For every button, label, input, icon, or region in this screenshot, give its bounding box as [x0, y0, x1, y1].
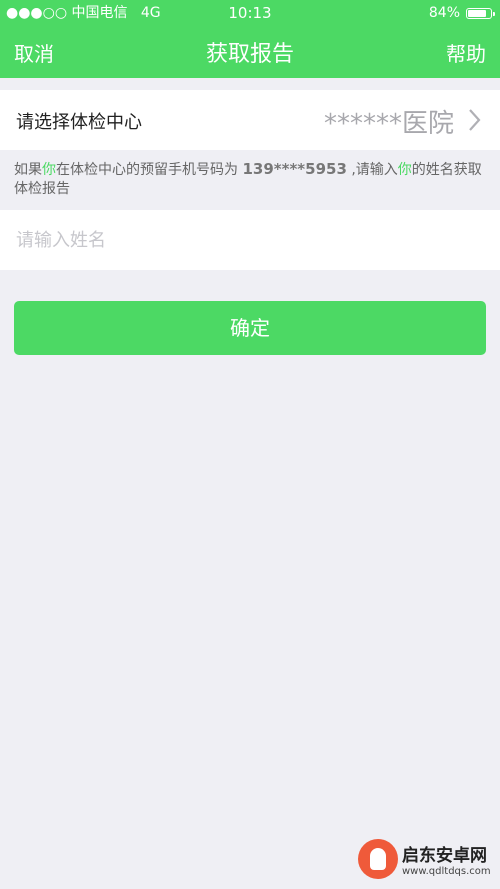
navigation-bar: 取消 获取报告 帮助: [0, 26, 500, 78]
select-center-label: 请选择体检中心: [16, 112, 142, 133]
clock: 10:13: [228, 4, 272, 22]
battery-fill: [468, 9, 486, 17]
page-title: 获取报告: [205, 42, 294, 67]
selected-center-value: ******医院: [323, 109, 454, 139]
watermark: 启东安卓网 www.qdltdqs.com: [358, 837, 492, 881]
select-center-row[interactable]: 请选择体检中心 ******医院: [0, 90, 500, 150]
battery-percent: 84%: [428, 5, 460, 21]
confirm-button[interactable]: 确定: [14, 301, 486, 355]
name-input[interactable]: [0, 210, 500, 270]
chevron-right-icon: [469, 109, 481, 131]
status-bar: ●●●○○ 中国电信 4G 10:13 84%: [0, 0, 500, 26]
phone-number: 139****5953: [242, 160, 347, 178]
battery-status: 84%: [428, 0, 495, 26]
watermark-url: www.qdltdqs.com: [402, 866, 491, 877]
battery-icon: [466, 7, 495, 19]
watermark-title: 启东安卓网: [402, 846, 487, 866]
watermark-logo-icon: [358, 839, 398, 879]
name-row: [0, 210, 500, 270]
hint-text: 如果你在体检中心的预留手机号码为 139****5953 ,请输入你的姓名获取体…: [14, 160, 482, 197]
help-button[interactable]: 帮助: [446, 38, 486, 67]
header: ●●●○○ 中国电信 4G 10:13 84% 取消 获取报告 帮助: [0, 0, 500, 78]
